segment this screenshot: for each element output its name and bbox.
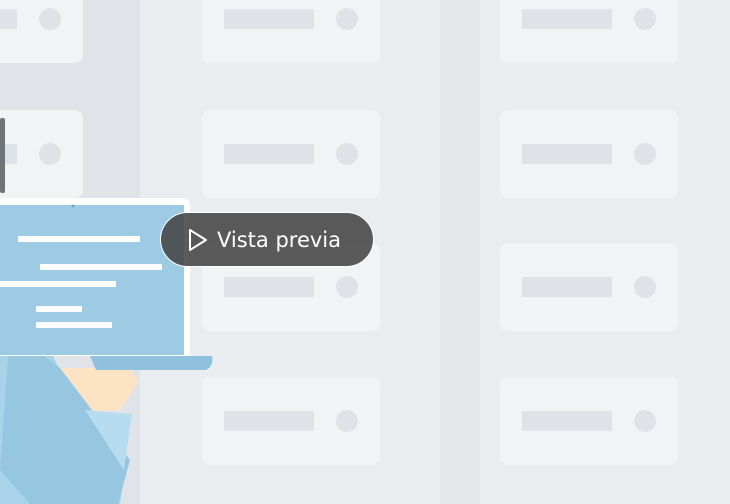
video-thumbnail[interactable]: Vista previa: [0, 0, 730, 504]
rack-tile: [500, 110, 678, 198]
rack-tile: [500, 0, 678, 63]
preview-button[interactable]: Vista previa: [160, 212, 374, 267]
preview-button-label: Vista previa: [217, 227, 342, 252]
play-icon: [189, 228, 207, 251]
rack-tile: [500, 243, 678, 331]
rack-tile: [500, 377, 678, 465]
column-band: [440, 0, 480, 504]
